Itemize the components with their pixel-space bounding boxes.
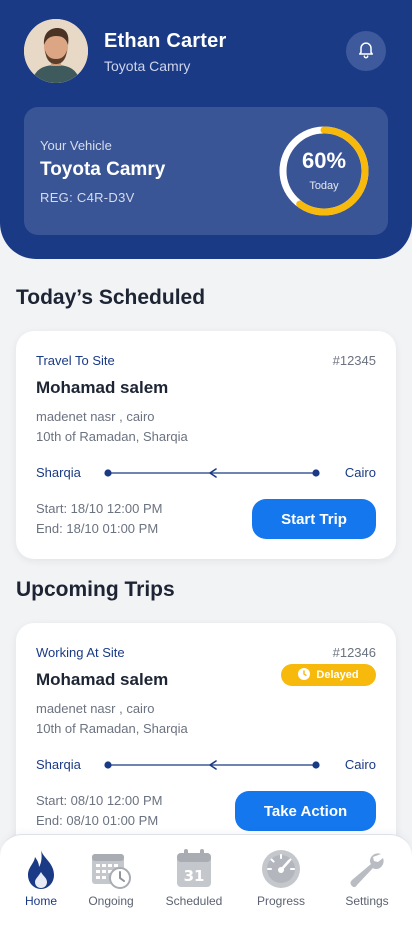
status-badge: Delayed	[281, 664, 376, 686]
svg-text:31: 31	[184, 867, 205, 885]
trip-type: Working At Site	[36, 645, 125, 660]
speedometer-icon	[259, 847, 303, 891]
bottom-navigation: Home Ongoing 31 Scheduled Progress Setti…	[0, 834, 412, 925]
trip-start-time: Start: 18/10 12:00 PM	[36, 501, 163, 516]
flame-icon	[19, 847, 63, 891]
vehicle-card[interactable]: Your Vehicle Toyota Camry REG: C4R-D3V 6…	[24, 107, 388, 235]
user-name: Ethan Carter	[104, 30, 227, 52]
vehicle-reg: REG: C4R-D3V	[40, 190, 135, 205]
trip-start-time: Start: 08/10 12:00 PM	[36, 793, 163, 808]
progress-caption: Today	[309, 180, 339, 192]
nav-label-progress: Progress	[256, 894, 306, 908]
avatar[interactable]	[24, 19, 88, 83]
nav-item-settings[interactable]: Settings	[326, 835, 408, 925]
vehicle-label: Your Vehicle	[40, 138, 112, 153]
vehicle-name: Toyota Camry	[40, 159, 166, 180]
clock-icon	[298, 667, 311, 683]
address-line-1: madenet nasr , cairo	[36, 409, 155, 424]
nav-item-scheduled[interactable]: 31 Scheduled	[153, 835, 235, 925]
upcoming-section-title: Upcoming Trips	[16, 578, 175, 601]
trip-type: Travel To Site	[36, 353, 115, 368]
notifications-button[interactable]	[346, 31, 386, 71]
route-from: Sharqia	[36, 465, 81, 480]
progress-percent: 60%	[301, 148, 347, 173]
nav-item-progress[interactable]: Progress	[240, 835, 322, 925]
route-line	[104, 760, 320, 770]
trip-id: #12345	[332, 353, 376, 368]
route-to: Cairo	[344, 757, 376, 772]
nav-label-settings: Settings	[345, 894, 389, 908]
calendar-clock-icon	[89, 847, 133, 891]
scheduled-section-title: Today’s Scheduled	[16, 286, 206, 309]
scheduled-trip-card[interactable]: Travel To Site #12345 Mohamad salem made…	[16, 331, 396, 559]
nav-label-scheduled: Scheduled	[165, 894, 223, 908]
nav-label-home: Home	[24, 894, 57, 908]
status-badge-label: Delayed	[316, 669, 359, 681]
route-line	[104, 468, 320, 478]
trip-end-time: End: 08/10 01:00 PM	[36, 813, 159, 828]
route-to: Cairo	[344, 465, 376, 480]
trip-end-time: End: 18/10 01:00 PM	[36, 521, 159, 536]
route-from: Sharqia	[36, 757, 81, 772]
address-line-1: madenet nasr , cairo	[36, 701, 155, 716]
nav-item-ongoing[interactable]: Ongoing	[70, 835, 152, 925]
start-trip-button[interactable]: Start Trip	[252, 499, 376, 539]
header: Ethan Carter Toyota Camry Your Vehicle T…	[0, 0, 412, 259]
wrench-icon	[345, 847, 389, 891]
passenger-name: Mohamad salem	[36, 378, 169, 397]
calendar-31-icon: 31	[172, 847, 216, 891]
bell-icon	[356, 39, 376, 64]
take-action-button[interactable]: Take Action	[235, 791, 376, 831]
address-line-2: 10th of Ramadan, Sharqia	[36, 721, 188, 736]
trip-id: #12346	[332, 645, 376, 660]
nav-label-ongoing: Ongoing	[88, 894, 134, 908]
user-vehicle: Toyota Camry	[104, 58, 191, 74]
address-line-2: 10th of Ramadan, Sharqia	[36, 429, 188, 444]
passenger-name: Mohamad salem	[36, 670, 169, 689]
